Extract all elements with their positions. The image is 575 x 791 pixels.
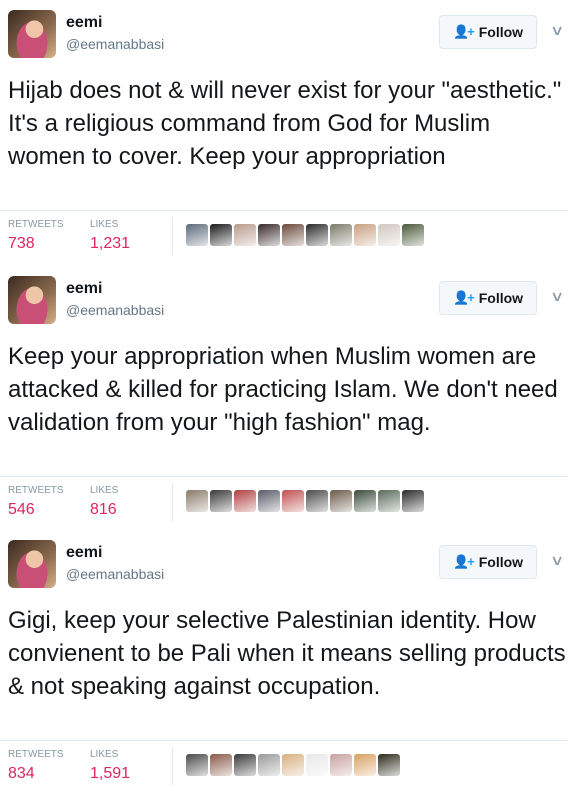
liker-avatars	[186, 490, 424, 512]
liker-avatar[interactable]	[402, 224, 424, 246]
user-handle[interactable]: @eemanabbasi	[66, 302, 164, 318]
liker-avatar[interactable]	[282, 224, 304, 246]
liker-avatar[interactable]	[354, 224, 376, 246]
liker-avatar[interactable]	[402, 490, 424, 512]
liker-avatar[interactable]	[306, 224, 328, 246]
follow-button[interactable]: 👤+ Follow	[439, 545, 537, 579]
liker-avatar[interactable]	[354, 490, 376, 512]
retweets-stat[interactable]: RETWEETS 546	[8, 485, 64, 519]
divider	[172, 747, 173, 785]
liker-avatar[interactable]	[258, 754, 280, 776]
liker-avatar[interactable]	[258, 490, 280, 512]
tweet-stats: RETWEETS 834 LIKES 1,591	[0, 740, 568, 787]
liker-avatar[interactable]	[234, 490, 256, 512]
liker-avatars	[186, 754, 400, 776]
liker-avatar[interactable]	[378, 224, 400, 246]
add-user-icon: 👤+	[452, 24, 475, 39]
tweet-text: Gigi, keep your selective Palestinian id…	[8, 607, 566, 700]
liker-avatar[interactable]	[282, 754, 304, 776]
likes-label: LIKES	[90, 219, 119, 230]
avatar[interactable]	[8, 10, 56, 58]
chevron-down-icon[interactable]: ∨	[550, 288, 564, 305]
liker-avatar[interactable]	[306, 754, 328, 776]
liker-avatar[interactable]	[234, 224, 256, 246]
display-name[interactable]: eemi	[66, 280, 102, 298]
likes-count: 816	[90, 501, 117, 518]
retweets-count: 738	[8, 235, 35, 252]
likes-stat[interactable]: LIKES 816	[90, 485, 118, 519]
liker-avatar[interactable]	[210, 490, 232, 512]
divider	[172, 483, 173, 521]
retweets-stat[interactable]: RETWEETS 834	[8, 749, 64, 783]
likes-count: 1,591	[90, 765, 131, 782]
avatar[interactable]	[8, 540, 56, 588]
likes-label: LIKES	[90, 749, 119, 760]
likes-count: 1,231	[90, 235, 131, 252]
liker-avatar[interactable]	[210, 754, 232, 776]
tweet-text: Hijab does not & will never exist for yo…	[8, 77, 562, 170]
liker-avatar[interactable]	[354, 754, 376, 776]
liker-avatar[interactable]	[210, 224, 232, 246]
chevron-down-icon[interactable]: ∨	[550, 552, 564, 569]
retweets-count: 546	[8, 501, 35, 518]
tweet: eemi @eemanabbasi 👤+ Follow ∨ Gigi, keep…	[0, 530, 575, 791]
liker-avatar[interactable]	[378, 490, 400, 512]
liker-avatar[interactable]	[306, 490, 328, 512]
retweets-label: RETWEETS	[8, 219, 64, 230]
liker-avatar[interactable]	[282, 490, 304, 512]
divider	[172, 217, 173, 255]
tweet: eemi @eemanabbasi 👤+ Follow ∨ Keep your …	[0, 266, 575, 530]
follow-label: Follow	[478, 24, 524, 40]
liker-avatar[interactable]	[330, 754, 352, 776]
liker-avatar[interactable]	[186, 224, 208, 246]
display-name[interactable]: eemi	[66, 544, 102, 562]
retweets-label: RETWEETS	[8, 749, 64, 760]
add-user-icon: 👤+	[452, 290, 475, 305]
follow-label: Follow	[478, 290, 524, 306]
liker-avatar[interactable]	[258, 224, 280, 246]
display-name[interactable]: eemi	[66, 14, 102, 32]
tweet: eemi @eemanabbasi 👤+ Follow ∨ Hijab does…	[0, 0, 575, 266]
follow-button[interactable]: 👤+ Follow	[439, 281, 537, 315]
avatar[interactable]	[8, 276, 56, 324]
likes-stat[interactable]: LIKES 1,591	[90, 749, 130, 783]
liker-avatars	[186, 224, 424, 246]
likes-stat[interactable]: LIKES 1,231	[90, 219, 130, 253]
liker-avatar[interactable]	[330, 490, 352, 512]
follow-button[interactable]: 👤+ Follow	[439, 15, 537, 49]
user-handle[interactable]: @eemanabbasi	[66, 36, 164, 52]
follow-label: Follow	[478, 554, 524, 570]
chevron-down-icon[interactable]: ∨	[550, 22, 564, 39]
tweet-stats: RETWEETS 546 LIKES 816	[0, 476, 568, 523]
add-user-icon: 👤+	[452, 554, 475, 569]
liker-avatar[interactable]	[234, 754, 256, 776]
retweets-stat[interactable]: RETWEETS 738	[8, 219, 64, 253]
liker-avatar[interactable]	[330, 224, 352, 246]
liker-avatar[interactable]	[378, 754, 400, 776]
retweets-count: 834	[8, 765, 35, 782]
user-handle[interactable]: @eemanabbasi	[66, 566, 164, 582]
liker-avatar[interactable]	[186, 754, 208, 776]
liker-avatar[interactable]	[186, 490, 208, 512]
tweet-stats: RETWEETS 738 LIKES 1,231	[0, 210, 568, 257]
retweets-label: RETWEETS	[8, 485, 64, 496]
tweet-text: Keep your appropriation when Muslim wome…	[8, 343, 558, 436]
likes-label: LIKES	[90, 485, 119, 496]
